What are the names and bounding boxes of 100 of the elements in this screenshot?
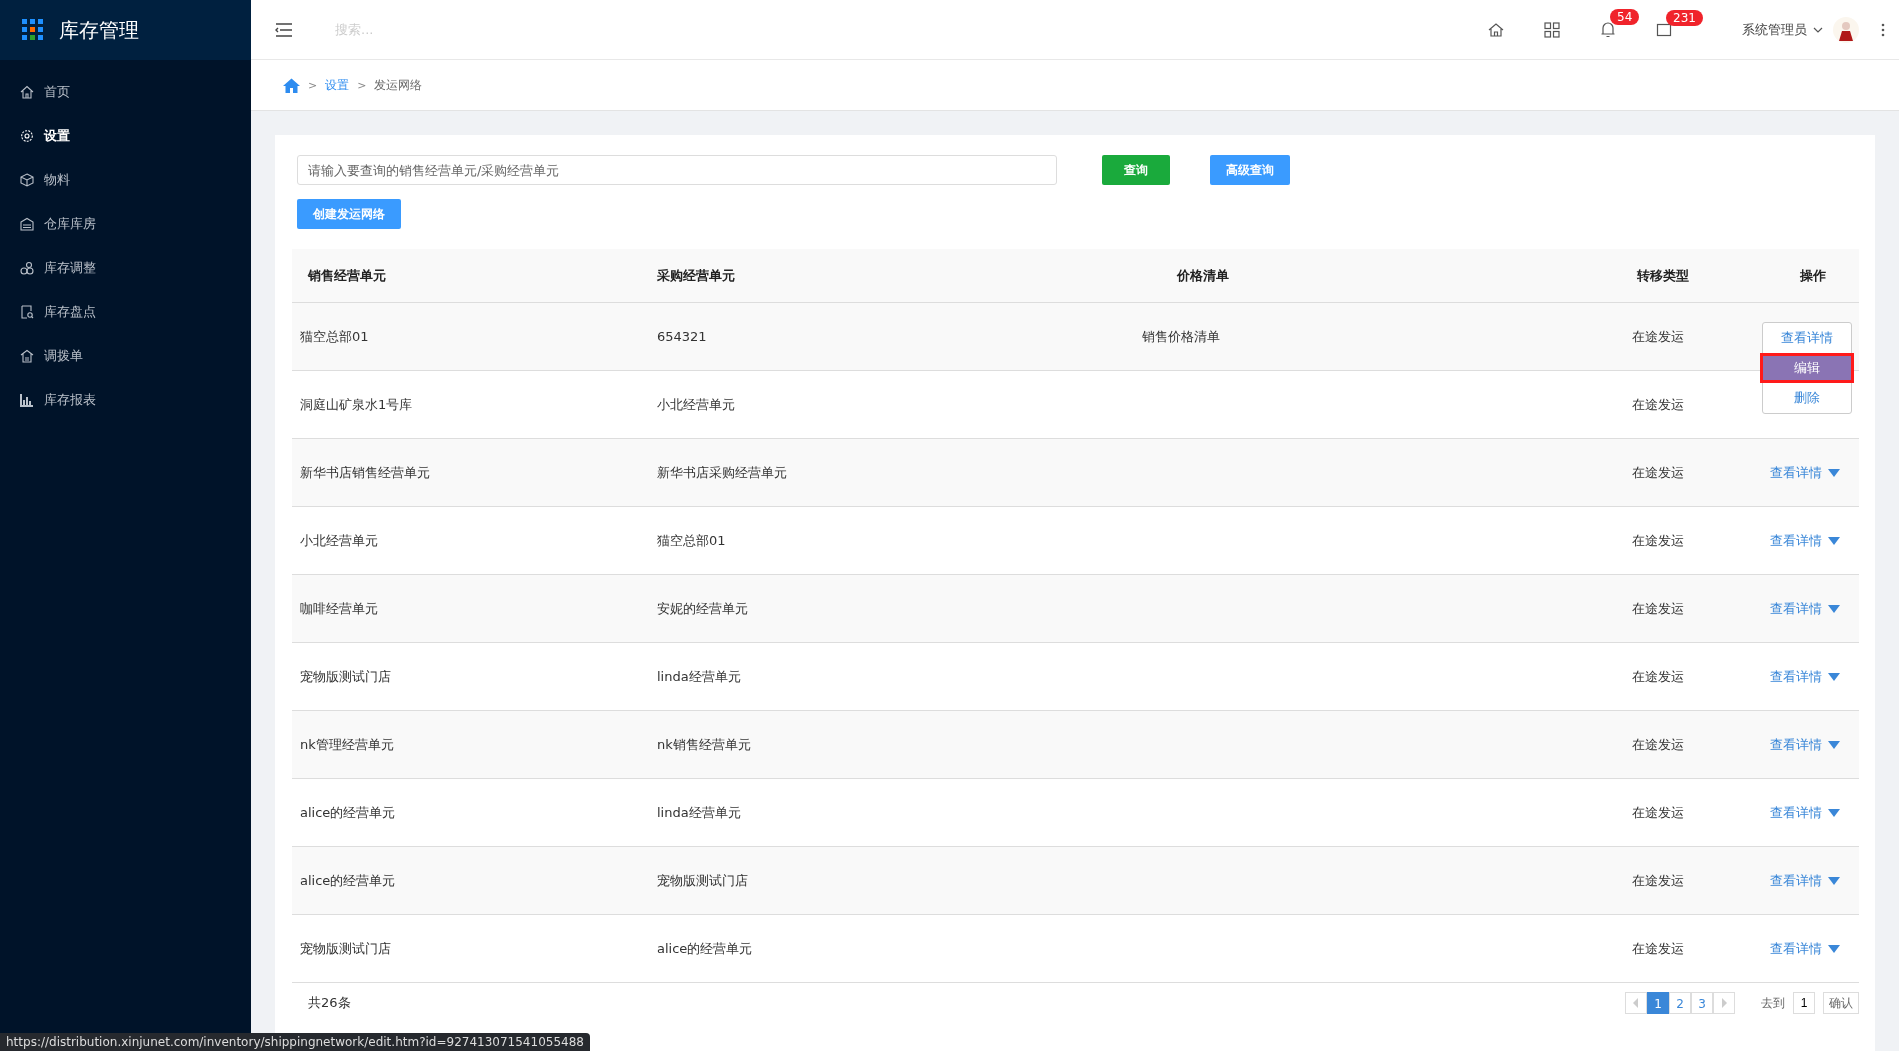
table-cell-text: nk销售经营单元 bbox=[657, 735, 752, 754]
table-cell-text: linda经营单元 bbox=[657, 803, 742, 822]
document-search-icon bbox=[20, 305, 34, 319]
user-menu[interactable]: 系统管理员 bbox=[1742, 20, 1823, 39]
more-icon[interactable] bbox=[1881, 22, 1885, 37]
avatar-silhouette[interactable] bbox=[1833, 16, 1859, 43]
page-field[interactable]: 1 bbox=[1793, 992, 1815, 1014]
goto-label: 去到 bbox=[1761, 994, 1785, 1012]
table-cell-text: nk管理经营单元 bbox=[299, 735, 395, 754]
table-cell-text: 安妮的经营单元 bbox=[657, 599, 749, 618]
sidebar-item[interactable]: 仓库库房 bbox=[0, 202, 251, 246]
message-icon[interactable] bbox=[1656, 21, 1672, 38]
table-cell-text: 在途发运 bbox=[1632, 327, 1685, 346]
bar-chart-icon bbox=[20, 393, 34, 407]
sidebar-item[interactable]: 库存调整 bbox=[0, 246, 251, 290]
app-title: 库存管理 bbox=[59, 16, 139, 44]
query-field[interactable]: 请输入要查询的销售经营单元/采购经营单元 bbox=[297, 155, 1057, 185]
column-header: 转移类型 bbox=[1636, 266, 1690, 285]
details-link[interactable]: 查看详情 bbox=[1752, 939, 1822, 958]
table-cell-text: 在途发运 bbox=[1632, 531, 1685, 550]
cube-icon bbox=[20, 173, 34, 187]
table-cell-text: 在途发运 bbox=[1632, 463, 1685, 482]
table-cell-text: 654321 bbox=[657, 329, 708, 344]
caret-down-icon[interactable] bbox=[1828, 876, 1840, 885]
advanced-query-button[interactable]: 高级查询 bbox=[1210, 155, 1290, 185]
table-cell-text: 新华书店采购经营单元 bbox=[657, 463, 788, 482]
total-count: 共26条 bbox=[307, 994, 351, 1012]
table-cell-text: 猫空总部01 bbox=[299, 327, 370, 346]
house-lines-icon bbox=[20, 349, 34, 363]
message-count: 231 bbox=[1666, 9, 1703, 26]
status-url: https://distribution.xinjunet.com/inventory/shippingnetwork/edit.htm?id=927413071541055488 bbox=[0, 1033, 590, 1051]
table-cell-text: 在途发运 bbox=[1632, 735, 1685, 754]
column-header: 操作 bbox=[1799, 266, 1827, 285]
table-cell-text: 小北经营单元 bbox=[299, 531, 379, 550]
settings-icon bbox=[20, 129, 34, 143]
table-cell-text: 新华书店销售经营单元 bbox=[299, 463, 431, 482]
column-header: 采购经营单元 bbox=[657, 266, 736, 285]
table-cell: 销售价格清单 bbox=[1142, 328, 1220, 344]
bell-icon[interactable] bbox=[1600, 20, 1616, 39]
table-cell-text: 在途发运 bbox=[1632, 939, 1685, 958]
menu-item[interactable]: 查看详情 bbox=[1763, 323, 1851, 353]
confirm-button[interactable]: 确认 bbox=[1823, 992, 1859, 1014]
caret-down-icon[interactable] bbox=[1828, 944, 1840, 953]
page-button[interactable]: 1 bbox=[1647, 992, 1669, 1014]
details-link[interactable]: 查看详情 bbox=[1752, 803, 1822, 822]
breadcrumb-current: 发运网络 bbox=[374, 76, 423, 94]
table-cell-text: 在途发运 bbox=[1632, 667, 1685, 686]
warehouse-icon bbox=[20, 217, 34, 231]
page-button[interactable]: 2 bbox=[1669, 992, 1691, 1014]
home-icon[interactable] bbox=[1488, 21, 1504, 38]
table-cell-text: 宠物版测试门店 bbox=[657, 871, 749, 890]
chevron-down-icon bbox=[1813, 26, 1823, 33]
caret-down-icon[interactable] bbox=[1828, 808, 1840, 817]
page-button[interactable]: 3 bbox=[1691, 992, 1713, 1014]
menu-item[interactable]: 删除 bbox=[1763, 383, 1851, 413]
grid-dots-icon bbox=[22, 19, 44, 41]
notification-count: 54 bbox=[1610, 8, 1640, 25]
details-link[interactable]: 查看详情 bbox=[1752, 667, 1822, 686]
sidebar-item[interactable]: 物料 bbox=[0, 158, 251, 202]
sidebar-item[interactable]: 库存盘点 bbox=[0, 290, 251, 334]
breadcrumb-separator: > bbox=[308, 78, 318, 92]
table-cell-text: 小北经营单元 bbox=[657, 395, 736, 414]
column-header: 销售经营单元 bbox=[306, 266, 387, 285]
details-link[interactable]: 查看详情 bbox=[1752, 871, 1822, 890]
table-cell-text: 咖啡经营单元 bbox=[299, 599, 379, 618]
caret-down-icon[interactable] bbox=[1828, 740, 1840, 749]
caret-down-icon[interactable] bbox=[1828, 604, 1840, 613]
table-cell-text: alice的经营单元 bbox=[299, 871, 397, 890]
table-cell-text: 宠物版测试门店 bbox=[299, 667, 392, 686]
caret-down-icon[interactable] bbox=[1828, 536, 1840, 545]
caret-down-icon[interactable] bbox=[1828, 468, 1840, 477]
menu-item[interactable]: 编辑 bbox=[1760, 353, 1854, 383]
details-link[interactable]: 查看详情 bbox=[1752, 531, 1822, 550]
details-link[interactable]: 查看详情 bbox=[1752, 599, 1822, 618]
table-cell-text: 在途发运 bbox=[1632, 395, 1685, 414]
details-link[interactable]: 查看详情 bbox=[1752, 463, 1822, 482]
sidebar-item[interactable]: 调拨单 bbox=[0, 334, 251, 378]
sidebar-item[interactable]: 首页 bbox=[0, 70, 251, 114]
sidebar-item[interactable]: 库存报表 bbox=[0, 378, 251, 422]
table-cell-text: 猫空总部01 bbox=[657, 531, 727, 550]
table-cell-text: 宠物版测试门店 bbox=[299, 939, 392, 958]
query-button[interactable]: 查询 bbox=[1102, 155, 1170, 185]
house-icon bbox=[20, 85, 34, 99]
apps-grid-icon[interactable] bbox=[1544, 21, 1560, 38]
column-header: 价格清单 bbox=[1175, 266, 1230, 285]
table-cell-text: 在途发运 bbox=[1632, 599, 1685, 618]
table-cell-text: linda经营单元 bbox=[657, 667, 742, 686]
circles-icon bbox=[20, 261, 34, 275]
caret-down-icon[interactable] bbox=[1828, 672, 1840, 681]
sidebar-item[interactable]: 设置 bbox=[0, 114, 251, 158]
menu-icon[interactable] bbox=[275, 21, 293, 38]
home-icon[interactable] bbox=[283, 77, 300, 93]
table-cell-text: 在途发运 bbox=[1632, 871, 1685, 890]
breadcrumb-link[interactable]: 设置 bbox=[325, 76, 350, 94]
table-cell-text: 在途发运 bbox=[1632, 803, 1685, 822]
breadcrumb-separator: > bbox=[357, 78, 367, 92]
details-link[interactable]: 查看详情 bbox=[1752, 735, 1822, 754]
create-button[interactable]: 创建发运网络 bbox=[297, 199, 401, 229]
table-cell-text: alice的经营单元 bbox=[299, 803, 397, 822]
table-cell-text: 洞庭山矿泉水1号库 bbox=[299, 395, 414, 414]
